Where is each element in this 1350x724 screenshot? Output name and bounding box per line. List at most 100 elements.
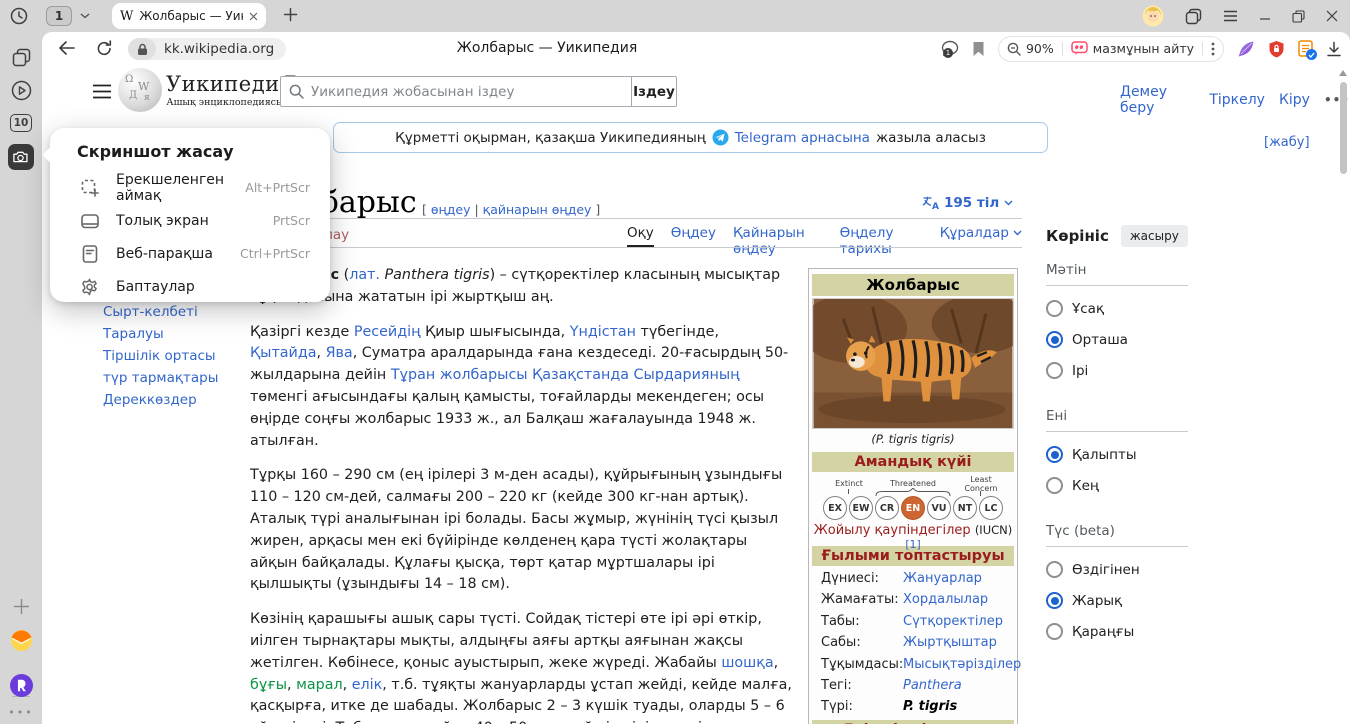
address-bar[interactable]: kk.wikipedia.org (128, 38, 286, 60)
toc-item[interactable]: түр тармақтары (103, 367, 218, 389)
restore-button[interactable] (1292, 10, 1305, 23)
close-window-button[interactable] (1326, 10, 1338, 22)
appearance-option-Жарық[interactable]: Жарық (1046, 592, 1188, 609)
view-tab-Өңделу тарихы[interactable]: Өңделу тарихы (840, 225, 923, 261)
menu-item-gear[interactable]: Баптаулар (50, 270, 330, 303)
tab-list-chevron-icon[interactable] (80, 13, 90, 19)
browser-menu-icon[interactable] (1223, 10, 1238, 22)
minimize-button[interactable] (1259, 10, 1271, 22)
status-circle-EX[interactable]: EX (823, 496, 847, 520)
appearance-option-Ірі[interactable]: Ірі (1046, 362, 1188, 379)
media-play-icon[interactable] (0, 80, 42, 101)
scrollbar-thumb[interactable] (1340, 82, 1347, 174)
article-link[interactable]: лат. (349, 267, 380, 283)
toc-item[interactable]: Таралуы (103, 323, 218, 345)
history-clock-icon[interactable] (10, 7, 28, 25)
taxonomy-value[interactable]: Жыртқыштар (903, 632, 997, 653)
header-link[interactable]: Кіру (1279, 92, 1310, 108)
wikipedia-wordmark[interactable]: УикипедиЯ Ашық энциклопедиясы (166, 72, 284, 108)
reload-button[interactable] (96, 40, 113, 57)
article-link[interactable]: Ява (326, 345, 353, 361)
radio-button[interactable] (1046, 300, 1063, 317)
article-link[interactable]: Қытайда (250, 345, 316, 361)
yandex-mail-icon[interactable] (0, 629, 42, 652)
back-button[interactable] (58, 40, 76, 56)
taxonomy-value[interactable]: Жануарлар (903, 568, 982, 589)
appearance-option-Қалыпты[interactable]: Қалыпты (1046, 446, 1188, 463)
article-interwiki-link[interactable]: бұғы (250, 677, 287, 693)
article-interwiki-link[interactable]: марал (296, 677, 343, 693)
header-link[interactable]: Демеу беру (1120, 84, 1195, 116)
menu-item-area-select[interactable]: Ерекшеленген аймақAlt+PrtScr (50, 171, 330, 204)
article-link[interactable]: елік (352, 677, 383, 693)
article-link[interactable]: Тұран жолбарысы (391, 367, 528, 383)
radio-button[interactable] (1046, 446, 1063, 463)
article-link[interactable]: Қазақстанда (532, 367, 629, 383)
sidebar-add-icon[interactable] (0, 598, 42, 615)
menu-item-document[interactable]: Веб-парақшаCtrl+PrtScr (50, 237, 330, 270)
status-circle-CR[interactable]: CR (875, 496, 899, 520)
zoom-control[interactable]: 90% (1007, 41, 1054, 56)
status-circle-EN[interactable]: EN (901, 496, 925, 520)
feather-extension-icon[interactable] (1237, 40, 1255, 58)
new-tab-button[interactable] (283, 7, 298, 22)
protect-shield-icon[interactable] (1268, 40, 1285, 58)
edit-link[interactable]: қайнарын өңдеу (483, 202, 592, 217)
header-link[interactable]: Тіркелу (1209, 92, 1265, 108)
search-input[interactable] (311, 84, 623, 100)
read-aloud-button[interactable]: мазмұнын айту (1071, 41, 1194, 56)
search-button[interactable]: Іздеу (631, 76, 677, 107)
radio-button[interactable] (1046, 592, 1063, 609)
status-circle-NT[interactable]: NT (953, 496, 977, 520)
taxonomy-value[interactable]: Мысықтәрізділер (903, 654, 1021, 675)
view-tab-Оқу[interactable]: Оқу (627, 225, 654, 247)
appearance-option-Кең[interactable]: Кең (1046, 477, 1188, 494)
article-link[interactable]: Үндістан (570, 324, 636, 340)
status-text[interactable]: Жойылу қаупіндегілер (814, 523, 971, 538)
view-tab-Өңдеу[interactable]: Өңдеу (671, 225, 716, 245)
panels-icon[interactable] (0, 48, 42, 67)
radio-button[interactable] (1046, 623, 1063, 640)
view-tab-Құралдар[interactable]: Құралдар (940, 225, 1022, 245)
language-selector[interactable]: A 195 тіл (922, 195, 1013, 211)
radio-button[interactable] (1046, 477, 1063, 494)
yandex-browser-icon[interactable] (0, 673, 42, 698)
wiki-hamburger-icon[interactable] (92, 84, 112, 99)
tab-counter[interactable]: 1 (46, 6, 72, 26)
radio-button[interactable] (1046, 561, 1063, 578)
toc-item[interactable]: Сырт-келбеті (103, 301, 218, 323)
toc-item[interactable]: Тіршілік ортасы (103, 345, 218, 367)
edit-link[interactable]: өңдеу (431, 202, 471, 217)
toolbar-kebab-icon[interactable] (1211, 42, 1215, 56)
translate-doc-icon[interactable] (1298, 40, 1313, 57)
tab-close-icon[interactable] (249, 12, 258, 21)
article-link[interactable]: шошқа (721, 655, 773, 671)
radio-button[interactable] (1046, 331, 1063, 348)
appearance-option-Ұсақ[interactable]: Ұсақ (1046, 300, 1188, 317)
sidebar-more-icon[interactable]: ••• (0, 706, 42, 719)
status-circle-LC[interactable]: LC (979, 496, 1003, 520)
view-tab-Қайнарын өңдеу[interactable]: Қайнарын өңдеу (733, 225, 823, 261)
tiger-image[interactable] (812, 298, 1014, 429)
scrollbar-up-arrow[interactable] (1339, 70, 1347, 76)
appearance-option-Қараңғы[interactable]: Қараңғы (1046, 623, 1188, 640)
bookmark-icon[interactable] (972, 41, 985, 57)
taxonomy-value[interactable]: Сүтқоректілер (903, 611, 1003, 632)
comments-icon[interactable]: 1 (941, 40, 959, 57)
toc-item[interactable]: Дереккөздер (103, 389, 218, 411)
status-ref[interactable]: [1] (905, 538, 920, 551)
lock-icon[interactable] (128, 38, 156, 60)
menu-item-monitor[interactable]: Толық экранPrtScr (50, 204, 330, 237)
status-circle-VU[interactable]: VU (927, 496, 951, 520)
wiki-search-box[interactable] (280, 76, 632, 107)
taxonomy-value[interactable]: Panthera (903, 675, 962, 696)
tab-panel-icon[interactable] (1185, 8, 1202, 25)
telegram-link[interactable]: Telegram арнасына (735, 130, 870, 146)
address-bar-page-title[interactable]: Жолбарыс — Уикипедия (382, 40, 712, 56)
banner-close-link[interactable]: [жабу] (1264, 135, 1310, 150)
appearance-option-Орташа[interactable]: Орташа (1046, 331, 1188, 348)
appearance-hide-button[interactable]: жасыру (1121, 225, 1188, 247)
status-circle-EW[interactable]: EW (849, 496, 873, 520)
taxonomy-value[interactable]: Хордалылар (903, 589, 988, 610)
browser-tab[interactable]: W Жолбарыс — Уикипед (112, 3, 266, 29)
